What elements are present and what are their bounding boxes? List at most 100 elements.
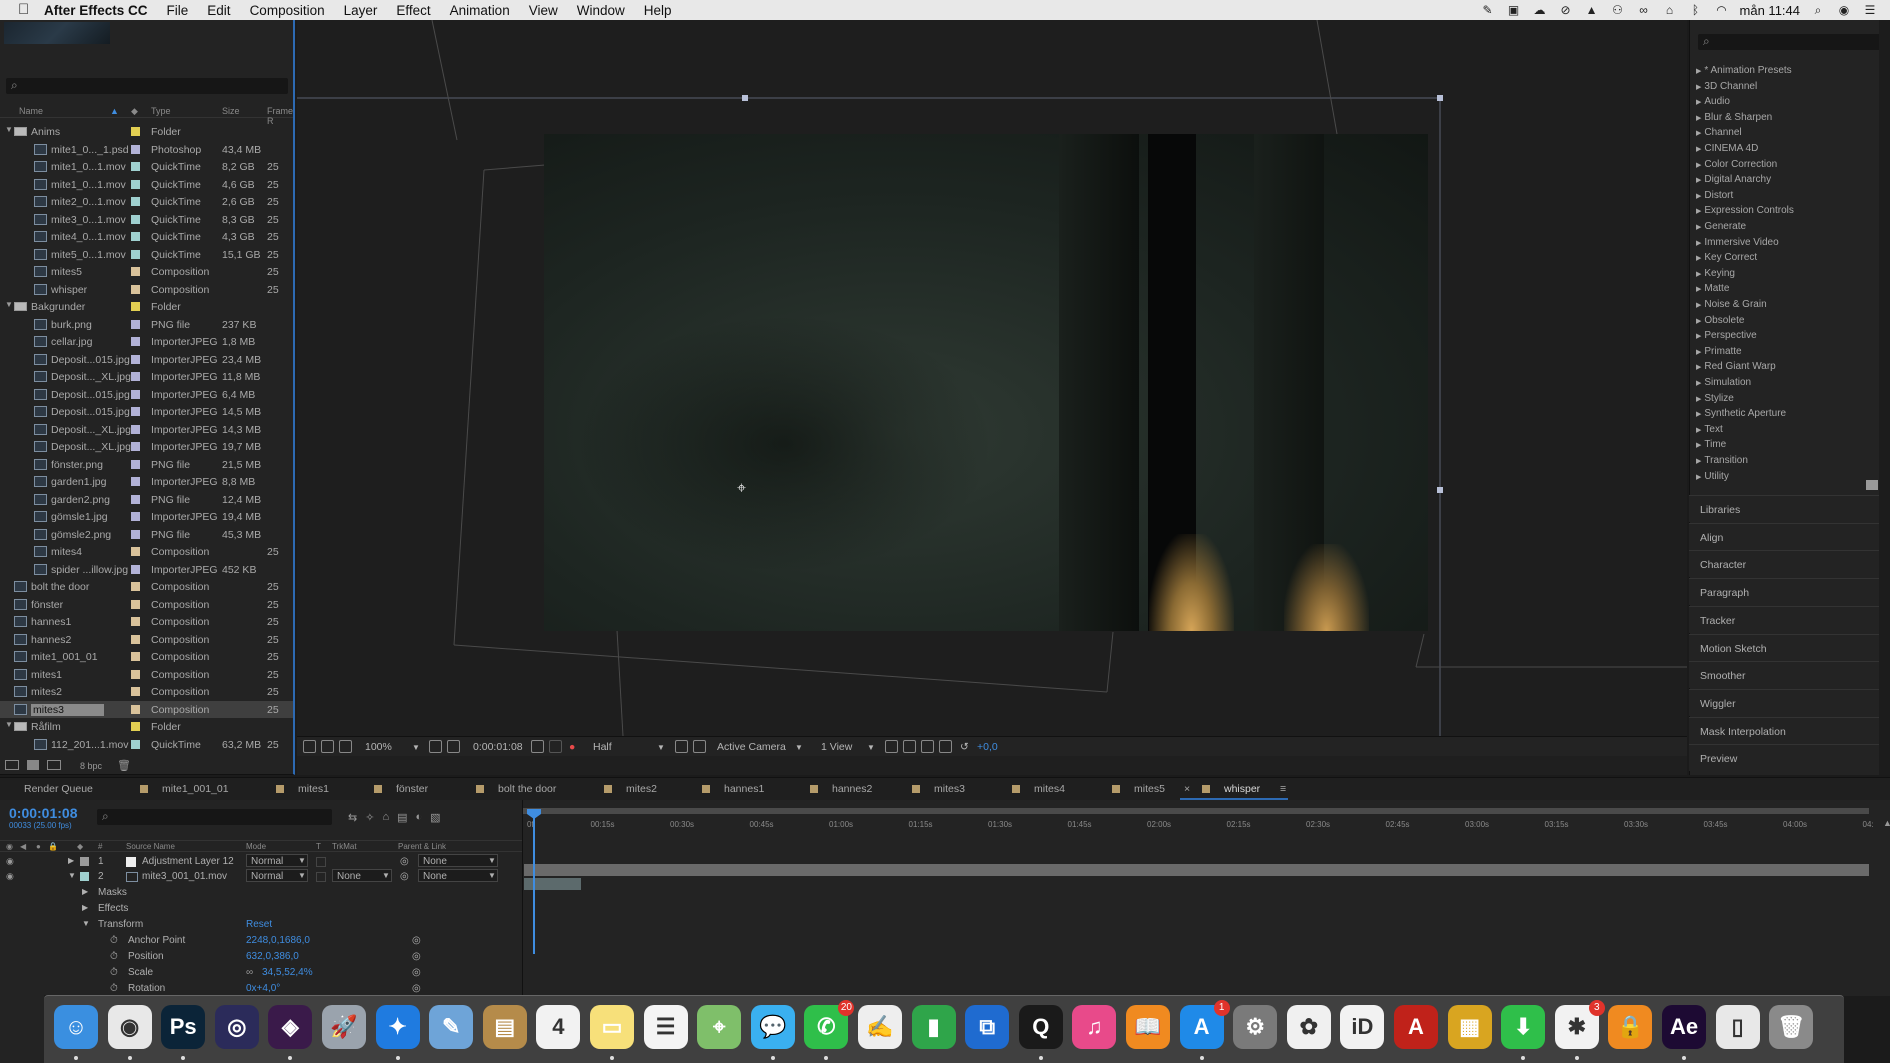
textedit-dock-icon[interactable]: ✍ xyxy=(858,1005,902,1049)
label-swatch[interactable] xyxy=(131,267,140,276)
spotlight-icon[interactable]: ⌕ xyxy=(1810,3,1826,17)
menu-composition[interactable]: Composition xyxy=(250,3,325,18)
panel-mask-interpolation[interactable]: Mask Interpolation xyxy=(1689,716,1879,744)
project-item[interactable]: spider ...illow.jpg ImporterJPEG 452 KB xyxy=(0,561,293,579)
mask-visibility-icon[interactable] xyxy=(447,740,460,753)
comp-tab[interactable]: mites4 xyxy=(1012,783,1065,795)
siri-status-icon[interactable]: ◉ xyxy=(1836,3,1852,17)
new-composition-icon[interactable] xyxy=(47,760,61,770)
views-dropdown[interactable]: 1 View xyxy=(821,741,852,753)
exposure-value[interactable]: +0,0 xyxy=(977,741,998,753)
panel-wiggler[interactable]: Wiggler xyxy=(1689,688,1879,716)
label-swatch[interactable] xyxy=(131,389,140,399)
notes-app-dock-icon[interactable]: ▤ xyxy=(482,1005,527,1049)
comp-tab[interactable]: mite1_001_01 xyxy=(140,783,229,795)
label-swatch[interactable] xyxy=(131,337,140,346)
vr-icon[interactable] xyxy=(339,740,352,753)
project-item[interactable]: hannes1 Composition 25 xyxy=(0,613,293,631)
label-swatch[interactable] xyxy=(131,547,140,556)
menu-app[interactable]: After Effects CC xyxy=(44,3,148,18)
audio-switch-icon[interactable]: ◀ xyxy=(20,842,26,851)
project-item[interactable]: mite1_0...1.mov QuickTime 8,2 GB 25 xyxy=(0,158,293,176)
podcast-app-dock-icon[interactable]: ✱ 3 xyxy=(1554,1000,1605,1049)
interpret-footage-icon[interactable] xyxy=(5,760,19,770)
label-swatch[interactable] xyxy=(131,477,140,486)
ibooks-dock-icon[interactable]: 📖 xyxy=(1126,1005,1170,1049)
effect-category[interactable]: ▶ Text xyxy=(1696,424,1723,439)
preserve-transparency-checkbox[interactable] xyxy=(316,857,326,867)
label-swatch[interactable] xyxy=(131,722,140,731)
project-item[interactable]: mite1_0..._1.psd Photoshop 43,4 MB xyxy=(0,141,293,159)
column-trkmat[interactable]: TrkMat xyxy=(332,842,357,851)
viewer-timecode[interactable]: 0:00:01:08 xyxy=(473,741,523,753)
menu-window[interactable]: Window xyxy=(577,3,625,18)
scale-value[interactable]: 34,5,52,4% xyxy=(262,967,313,978)
sync-status-icon[interactable]: ⊘ xyxy=(1558,3,1574,17)
label-column-icon[interactable]: ◆ xyxy=(131,106,138,117)
effect-category[interactable]: ▶ CINEMA 4D xyxy=(1696,143,1758,158)
app-store-dock-icon[interactable]: A1 xyxy=(1179,1000,1230,1049)
trash-dock-icon[interactable]: 🗑 xyxy=(1769,1005,1814,1049)
pickwhip-icon[interactable]: ◎ xyxy=(400,856,409,867)
current-time-display[interactable]: 0:00:01:08 xyxy=(9,805,78,821)
project-item[interactable]: mite2_0...1.mov QuickTime 2,6 GB 25 xyxy=(0,193,293,211)
panel-preview[interactable]: Preview xyxy=(1689,744,1879,772)
project-item[interactable]: burk.png PNG file 237 KB xyxy=(0,316,293,334)
label-swatch[interactable] xyxy=(131,442,140,451)
expression-icon[interactable]: ◎ xyxy=(412,951,421,962)
archive-dock-icon[interactable]: ▦ xyxy=(1447,1005,1492,1049)
vpn-lock-dock-icon[interactable]: 🔒 xyxy=(1608,1005,1653,1049)
twirl-down-icon[interactable]: ▼ xyxy=(82,919,90,928)
comp-mini-flowchart-icon[interactable]: ⇆ xyxy=(348,811,357,824)
project-item[interactable]: ▼ Bakgrunder Folder xyxy=(0,298,293,316)
label-swatch[interactable] xyxy=(131,424,140,434)
label-swatch[interactable] xyxy=(131,617,140,626)
project-item[interactable]: fönster Composition 25 xyxy=(0,596,293,614)
panel-align[interactable]: Align xyxy=(1689,522,1879,550)
wifi-status-icon[interactable]: ◠ xyxy=(1714,3,1730,17)
column-source-name[interactable]: Source Name xyxy=(126,842,175,851)
menu-animation[interactable]: Animation xyxy=(450,3,510,18)
always-preview-icon[interactable] xyxy=(303,740,316,753)
label-swatch[interactable] xyxy=(131,494,140,504)
label-swatch[interactable] xyxy=(131,459,140,469)
project-item[interactable]: ▼ Anims Folder xyxy=(0,123,293,141)
project-item[interactable]: cellar.jpg ImporterJPEG 1,8 MB xyxy=(0,333,293,351)
show-snapshot-icon[interactable] xyxy=(549,740,562,753)
constrain-proportions-icon[interactable]: ∞ xyxy=(246,967,253,978)
effect-category[interactable]: ▶ Time xyxy=(1696,439,1726,454)
project-item[interactable]: Deposit..._XL.jpg ImporterJPEG 11,8 MB xyxy=(0,368,293,386)
twirl-right-icon[interactable]: ▶ xyxy=(68,856,74,865)
label-swatch[interactable] xyxy=(131,372,140,381)
comp-tab[interactable]: whisper xyxy=(1202,783,1260,795)
project-item[interactable]: Deposit..._XL.jpg ImporterJPEG 19,7 MB xyxy=(0,438,293,456)
finder-dock-icon[interactable]: ☺ xyxy=(54,1005,98,1049)
project-item[interactable]: fönster.png PNG file 21,5 MB xyxy=(0,456,293,474)
panel-smoother[interactable]: Smoother xyxy=(1689,661,1879,689)
vpn-status-icon[interactable]: ⚇ xyxy=(1610,3,1626,17)
close-tab-icon[interactable]: × xyxy=(1184,783,1190,795)
rotation-value[interactable]: 0x+4,0° xyxy=(246,983,280,994)
twirl-down-icon[interactable]: ▼ xyxy=(5,125,13,134)
cast-status-icon[interactable]: ▣ xyxy=(1506,3,1522,17)
menu-layer[interactable]: Layer xyxy=(344,3,378,18)
project-item[interactable]: mite5_0...1.mov QuickTime 15,1 GB 25 xyxy=(0,246,293,264)
expression-icon[interactable]: ◎ xyxy=(412,935,421,946)
transform-group[interactable]: ▼ Transform Reset xyxy=(0,917,522,932)
timeline-icon[interactable] xyxy=(921,740,934,753)
comp-tab[interactable]: mites1 xyxy=(276,783,329,795)
project-item[interactable]: mite3_0...1.mov QuickTime 8,3 GB 25 xyxy=(0,211,293,229)
comp-tab[interactable]: fönster xyxy=(374,783,428,795)
label-swatch[interactable] xyxy=(131,284,140,294)
composition-canvas[interactable]: ⌖ xyxy=(297,20,1687,736)
column-name[interactable]: Name xyxy=(19,106,43,116)
column-size[interactable]: Size xyxy=(222,106,240,116)
chrome-dock-icon[interactable]: ◉ xyxy=(107,1005,152,1049)
fast-previews-icon[interactable] xyxy=(903,740,916,753)
effect-category[interactable]: ▶ Utility xyxy=(1696,471,1729,486)
project-item[interactable]: mites3 Composition 25 xyxy=(0,700,293,718)
label-swatch[interactable] xyxy=(131,687,140,696)
effect-category[interactable]: ▶ Blur & Sharpen xyxy=(1696,112,1772,127)
anchor-point-icon[interactable]: ⌖ xyxy=(737,480,746,498)
panel-character[interactable]: Character xyxy=(1689,550,1879,578)
